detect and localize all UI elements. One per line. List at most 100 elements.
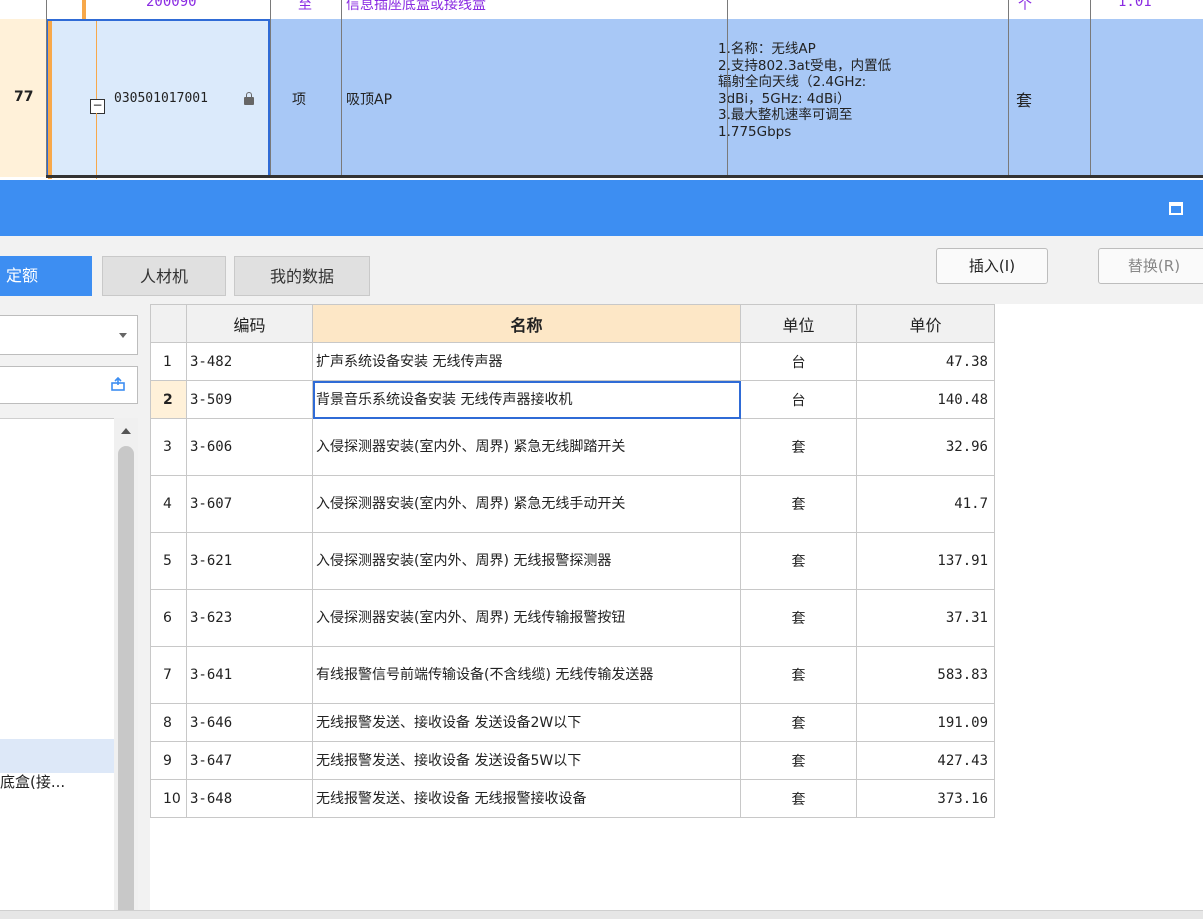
row-name[interactable]: 有线报警信号前端传输设备(不含线缆) 无线传输发送器: [312, 646, 741, 704]
item-type: 项: [292, 92, 306, 108]
row-number-cell[interactable]: 77: [0, 19, 47, 177]
prev-row-type: 至: [298, 0, 312, 13]
row-price[interactable]: 191.09: [856, 703, 995, 742]
grid-line: [270, 0, 271, 178]
row-index[interactable]: 9: [150, 741, 187, 780]
table-row[interactable]: 1 3-482 扩声系统设备安装 无线传声器台 47.38: [150, 342, 995, 381]
row-price[interactable]: 140.48: [856, 380, 995, 419]
row-price[interactable]: 137.91: [856, 532, 995, 590]
row-name[interactable]: 无线报警发送、接收设备 发送设备2W以下: [312, 703, 741, 742]
row-price[interactable]: 47.38: [856, 342, 995, 381]
row-name[interactable]: 无线报警发送、接收设备 无线报警接收设备: [312, 779, 741, 818]
row-index[interactable]: 7: [150, 646, 187, 704]
header-name[interactable]: 名称: [312, 304, 741, 343]
header-price[interactable]: 单价: [856, 304, 995, 343]
row-unit[interactable]: 套: [740, 646, 857, 704]
item-description: 1.名称：无线AP 2.支持802.3at受电，内置低 辐射全向天线（2.4GH…: [718, 41, 892, 140]
row-price[interactable]: 427.43: [856, 741, 995, 780]
row-code[interactable]: 3-621: [186, 532, 313, 590]
tree-line: [96, 21, 97, 99]
row-code[interactable]: 3-482: [186, 342, 313, 381]
row-unit[interactable]: 台: [740, 342, 857, 381]
row-unit[interactable]: 台: [740, 380, 857, 419]
tab-labor-material[interactable]: 人材机: [102, 256, 226, 296]
row-unit[interactable]: 套: [740, 418, 857, 476]
row-name[interactable]: 入侵探测器安装(室内外、周界) 紧急无线手动开关: [312, 475, 741, 533]
code-cell[interactable]: − 030501017001: [46, 19, 270, 179]
row-code[interactable]: 3-607: [186, 475, 313, 533]
row-price[interactable]: 373.16: [856, 779, 995, 818]
row-name[interactable]: 扩声系统设备安装 无线传声器: [312, 342, 741, 381]
table-row[interactable]: 5 3-621 入侵探测器安装(室内外、周界) 无线报警探测器套 137.91: [150, 532, 995, 590]
tab-quota[interactable]: 定额: [0, 256, 92, 296]
row-index[interactable]: 8: [150, 703, 187, 742]
row-code[interactable]: 3-648: [186, 779, 313, 818]
replace-button[interactable]: 替换(R): [1098, 248, 1203, 284]
scrollbar-thumb[interactable]: [118, 446, 134, 918]
row-unit[interactable]: 套: [740, 703, 857, 742]
tab-label: 定额: [6, 266, 39, 285]
row-index[interactable]: 5: [150, 532, 187, 590]
row-code[interactable]: 3-509: [186, 380, 313, 419]
quota-table-panel: 编码 名称 单位 单价 1 3-482 扩声系统设备安装 无线传声器台 47.38 2 3…: [150, 304, 1203, 910]
row-code[interactable]: 3-606: [186, 418, 313, 476]
row-index[interactable]: 2: [150, 380, 187, 419]
row-unit[interactable]: 套: [740, 779, 857, 818]
row-price[interactable]: 37.31: [856, 589, 995, 647]
tab-my-data[interactable]: 我的数据: [234, 256, 370, 296]
row-name[interactable]: 入侵探测器安装(室内外、周界) 无线报警探测器: [312, 532, 741, 590]
table-row[interactable]: 8 3-646 无线报警发送、接收设备 发送设备2W以下套 191.09: [150, 703, 995, 742]
table-row[interactable]: 6 3-623 入侵探测器安装(室内外、周界) 无线传输报警按钮套 37.31: [150, 589, 995, 647]
header-unit[interactable]: 单位: [740, 304, 857, 343]
table-row[interactable]: 7 3-641 有线报警信号前端传输设备(不含线缆) 无线传输发送器套 583.83: [150, 646, 995, 704]
table-row[interactable]: 4 3-607 入侵探测器安装(室内外、周界) 紧急无线手动开关套 41.7: [150, 475, 995, 533]
row-name[interactable]: 入侵探测器安装(室内外、周界) 紧急无线脚踏开关: [312, 418, 741, 476]
row-index[interactable]: 6: [150, 589, 187, 647]
row-code[interactable]: 3-646: [186, 703, 313, 742]
previous-row[interactable]: 200090 至 信息插座底盒或接线盒 个 1.01: [0, 0, 1203, 20]
row-name[interactable]: 无线报警发送、接收设备 发送设备5W以下: [312, 741, 741, 780]
item-code: 030501017001: [114, 91, 208, 106]
tree-search-input[interactable]: [0, 366, 138, 404]
selected-row[interactable]: 77 − 030501017001 项 吸顶AP 1.名称：无线AP 2.支持8…: [0, 19, 1203, 179]
row-unit[interactable]: 套: [740, 475, 857, 533]
collapse-toggle[interactable]: −: [90, 99, 105, 114]
table-row[interactable]: 3 3-606 入侵探测器安装(室内外、周界) 紧急无线脚踏开关套 32.96: [150, 418, 995, 476]
tree-item-label[interactable]: 底盒(接...: [0, 771, 65, 792]
row-code[interactable]: 3-623: [186, 589, 313, 647]
table-row[interactable]: 10 3-648 无线报警发送、接收设备 无线报警接收设备套 373.16: [150, 779, 995, 818]
row-index[interactable]: 4: [150, 475, 187, 533]
tree-item-selected[interactable]: [0, 739, 114, 773]
scroll-up-icon[interactable]: [121, 428, 131, 434]
row-price[interactable]: 583.83: [856, 646, 995, 704]
tree-line: [96, 113, 97, 179]
row-name[interactable]: 入侵探测器安装(室内外、周界) 无线传输报警按钮: [312, 589, 741, 647]
selection-border: [46, 175, 1203, 178]
row-index[interactable]: 10: [150, 779, 187, 818]
prev-row-code: 200090: [146, 0, 197, 10]
row-price[interactable]: 32.96: [856, 418, 995, 476]
table-row[interactable]: 9 3-647 无线报警发送、接收设备 发送设备5W以下套 427.43: [150, 741, 995, 780]
row-index[interactable]: 1: [150, 342, 187, 381]
row-price[interactable]: 41.7: [856, 475, 995, 533]
locate-icon[interactable]: [111, 377, 125, 391]
tab-label: 我的数据: [269, 267, 334, 286]
top-grid: 200090 至 信息插座底盒或接线盒 个 1.01 77 − 03050101…: [0, 0, 1203, 180]
prev-row-unit: 个: [1018, 0, 1032, 13]
header-code[interactable]: 编码: [186, 304, 313, 343]
row-number: 77: [14, 89, 34, 105]
row-name[interactable]: 背景音乐系统设备安装 无线传声器接收机: [312, 380, 741, 419]
row-code[interactable]: 3-647: [186, 741, 313, 780]
insert-button[interactable]: 插入(I): [936, 248, 1048, 284]
tree-scrollbar[interactable]: [114, 418, 138, 918]
table-row[interactable]: 2 3-509 背景音乐系统设备安装 无线传声器接收机台 140.48: [150, 380, 995, 419]
row-unit[interactable]: 套: [740, 532, 857, 590]
header-index: [150, 304, 187, 343]
category-dropdown[interactable]: [0, 315, 138, 355]
grid-line: [1090, 0, 1091, 178]
row-unit[interactable]: 套: [740, 741, 857, 780]
row-code[interactable]: 3-641: [186, 646, 313, 704]
row-unit[interactable]: 套: [740, 589, 857, 647]
maximize-icon[interactable]: [1169, 202, 1183, 215]
row-index[interactable]: 3: [150, 418, 187, 476]
